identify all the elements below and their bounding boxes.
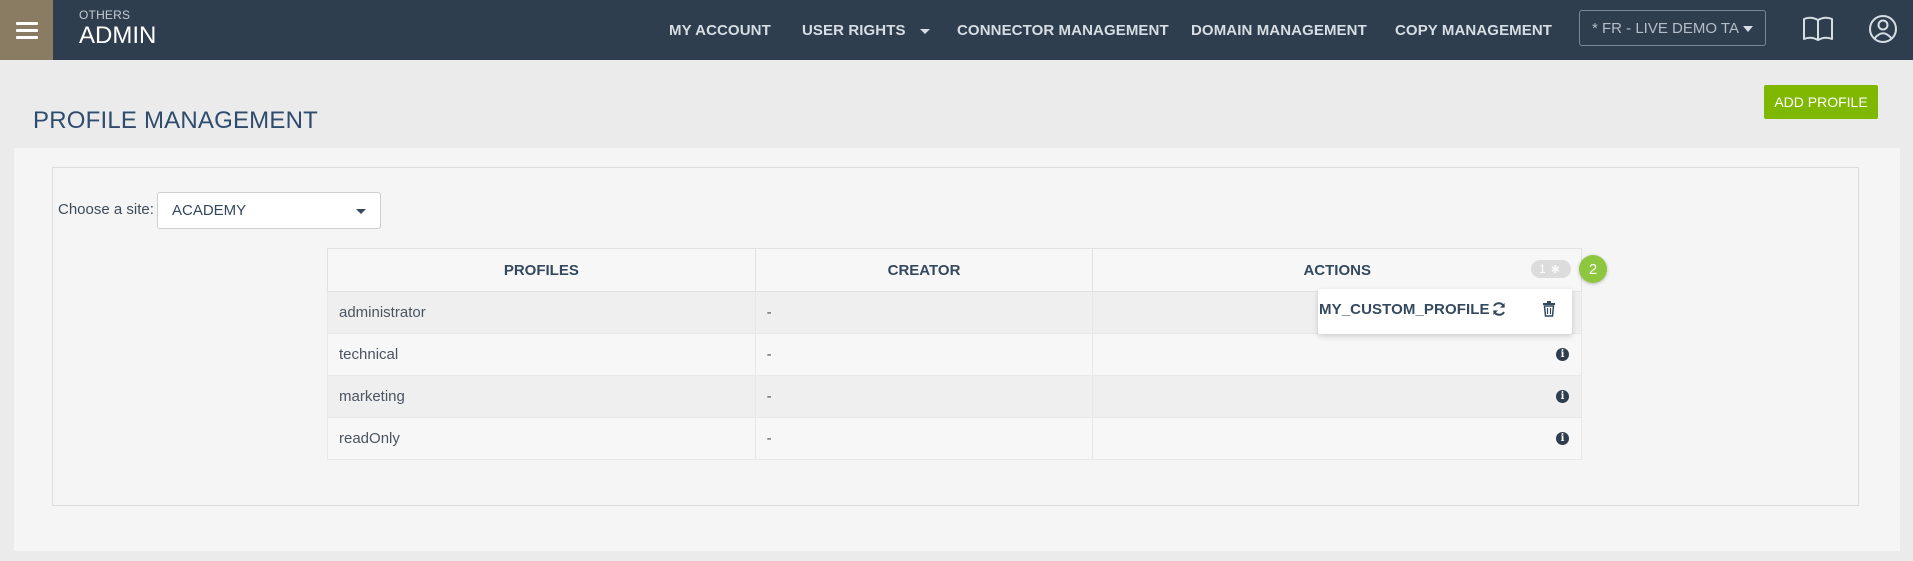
profile-creator: - <box>754 375 1094 418</box>
profile-name[interactable]: readOnly <box>327 417 756 460</box>
custom-profile-name[interactable]: MY_CUSTOM_PROFILE <box>1319 301 1490 318</box>
profile-actions: i <box>1092 375 1582 418</box>
toggle-count: 1 <box>1539 262 1546 276</box>
table-row: marketing - i <box>327 375 1582 418</box>
profile-creator: - <box>754 291 1094 334</box>
column-header-profiles[interactable]: PROFILES <box>327 248 756 292</box>
nav-connector-management[interactable]: CONNECTOR MANAGEMENT <box>957 0 1169 60</box>
profile-name[interactable]: technical <box>327 333 756 376</box>
caret-down-icon <box>1743 26 1753 32</box>
site-dropdown-value: ACADEMY <box>172 202 247 219</box>
profile-actions: i <box>1092 333 1582 376</box>
menu-line-icon <box>15 28 38 32</box>
nav-domain-management[interactable]: DOMAIN MANAGEMENT <box>1191 0 1367 60</box>
table-row: technical - i <box>327 333 1582 376</box>
custom-profiles-toggle[interactable]: 1 ✱ <box>1531 260 1571 278</box>
page-title: PROFILE MANAGEMENT <box>33 107 318 134</box>
column-header-creator[interactable]: CREATOR <box>754 248 1094 292</box>
step-badge: 2 <box>1579 255 1607 283</box>
section-title: ADMIN <box>79 22 157 49</box>
profiles-table: PROFILES CREATOR ACTIONS administrator -… <box>327 248 1582 460</box>
nav-user-rights[interactable]: USER RIGHTS <box>802 0 930 60</box>
section-category: OTHERS <box>79 8 131 22</box>
profile-creator: - <box>754 417 1094 460</box>
custom-profile-popover: MY_CUSTOM_PROFILE <box>1318 289 1572 334</box>
trash-icon[interactable] <box>1541 300 1557 318</box>
section-header: OTHERS ADMIN <box>79 8 156 49</box>
column-header-actions: ACTIONS <box>1092 248 1582 292</box>
nav-user-rights-label: USER RIGHTS <box>802 21 906 39</box>
book-icon[interactable] <box>1801 13 1835 45</box>
site-dropdown[interactable]: ACADEMY <box>157 192 381 229</box>
site-selector-value: * FR - LIVE DEMO TA <box>1592 19 1739 37</box>
menu-line-icon <box>15 21 38 25</box>
caret-down-icon <box>919 28 930 34</box>
add-profile-button[interactable]: ADD PROFILE <box>1764 85 1878 119</box>
info-icon[interactable]: i <box>1556 390 1569 403</box>
menu-line-icon <box>15 35 38 39</box>
info-icon[interactable]: i <box>1556 348 1569 361</box>
table-header-row: PROFILES CREATOR ACTIONS <box>327 248 1582 292</box>
table-row: readOnly - i <box>327 417 1582 460</box>
user-icon[interactable] <box>1866 13 1900 45</box>
profile-actions: i <box>1092 417 1582 460</box>
info-icon[interactable]: i <box>1556 432 1569 445</box>
choose-site-label: Choose a site: <box>58 201 154 218</box>
profile-name[interactable]: administrator <box>327 291 756 334</box>
gear-icon: ✱ <box>1550 263 1560 276</box>
profile-creator: - <box>754 333 1094 376</box>
nav-my-account[interactable]: MY ACCOUNT <box>669 0 771 60</box>
top-navigation-bar: OTHERS ADMIN MY ACCOUNT USER RIGHTS CONN… <box>0 0 1913 60</box>
nav-copy-management[interactable]: COPY MANAGEMENT <box>1395 0 1552 60</box>
hamburger-menu-button[interactable] <box>0 0 53 60</box>
profile-name[interactable]: marketing <box>327 375 756 418</box>
refresh-icon[interactable] <box>1490 300 1508 318</box>
caret-down-icon <box>356 209 366 214</box>
site-selector-dropdown[interactable]: * FR - LIVE DEMO TA <box>1579 10 1766 46</box>
